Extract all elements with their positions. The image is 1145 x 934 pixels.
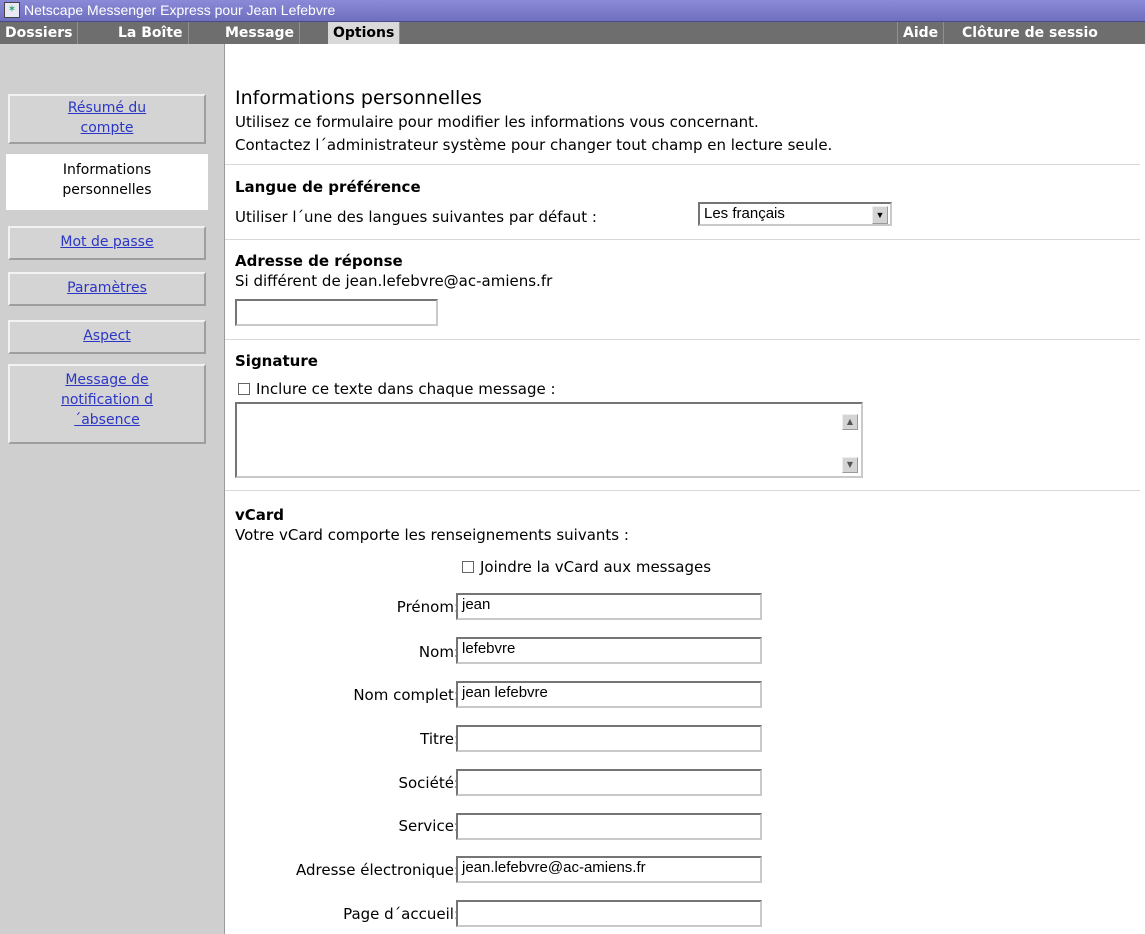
page-intro-line1: Utilisez ce formulaire pour modifier les… <box>235 113 759 131</box>
language-heading: Langue de préférence <box>235 178 421 196</box>
sidebar-item-label: Informations personnelles <box>62 162 152 198</box>
vcard-label-fullname: Nom complet: <box>353 686 459 704</box>
options-sidebar: Résumé du compte Informations personnell… <box>0 44 225 934</box>
menu-dossiers[interactable]: Dossiers <box>0 22 79 44</box>
vcard-label-email: Adresse électronique: <box>296 861 459 879</box>
vcard-label-homepage: Page d´accueil: <box>343 905 459 923</box>
sidebar-item-appearance[interactable]: Aspect <box>8 320 206 354</box>
menu-options[interactable]: Options <box>328 22 401 44</box>
vcard-firstname-value: jean <box>462 596 491 613</box>
vcard-firstname-input[interactable]: jean <box>456 593 762 620</box>
divider <box>225 339 1140 340</box>
page-title: Informations personnelles <box>235 87 482 109</box>
sidebar-item-label[interactable]: Mot de passe <box>60 234 153 250</box>
signature-include-checkbox[interactable] <box>238 383 250 395</box>
vcard-email-value: jean.lefebvre@ac-amiens.fr <box>462 859 646 876</box>
vcard-attach-checkbox[interactable] <box>462 561 474 573</box>
divider <box>225 164 1140 165</box>
sidebar-item-label[interactable]: Message de notification d´absence <box>47 370 167 430</box>
vcard-department-input[interactable] <box>456 813 762 840</box>
divider <box>225 239 1140 240</box>
vcard-fullname-input[interactable]: jean lefebvre <box>456 681 762 708</box>
vcard-homepage-input[interactable] <box>456 900 762 927</box>
page-intro-line2: Contactez l´administrateur système pour … <box>235 136 833 154</box>
signature-include-row: Inclure ce texte dans chaque message : <box>238 380 556 398</box>
menu-logout[interactable]: Clôture de sessio <box>957 22 1103 44</box>
sidebar-item-personal-info[interactable]: Informations personnelles <box>6 154 208 210</box>
window-title-bar: ✶ Netscape Messenger Express pour Jean L… <box>0 0 1145 22</box>
vcard-label-lastname: Nom: <box>418 643 459 661</box>
language-select[interactable]: Les français ▼ <box>698 202 892 226</box>
vcard-lastname-input[interactable]: lefebvre <box>456 637 762 664</box>
language-selected-value: Les français <box>704 205 785 222</box>
main-content: Informations personnelles Utilisez ce fo… <box>225 44 1145 934</box>
sidebar-item-absence-notice[interactable]: Message de notification d´absence <box>8 364 206 444</box>
chevron-down-icon[interactable]: ▼ <box>872 206 888 224</box>
reply-label: Si différent de jean.lefebvre@ac-amiens.… <box>235 272 553 290</box>
signature-heading: Signature <box>235 352 318 370</box>
signature-textarea[interactable]: ▲ ▼ <box>235 402 863 478</box>
vcard-label-title: Titre: <box>420 730 459 748</box>
vcard-description: Votre vCard comporte les renseignements … <box>235 526 629 544</box>
scroll-down-icon[interactable]: ▼ <box>842 457 858 473</box>
vcard-label-company: Société: <box>398 774 459 792</box>
menu-la-boite[interactable]: La Boîte <box>113 22 189 44</box>
vcard-attach-label: Joindre la vCard aux messages <box>480 558 712 576</box>
vcard-label-firstname: Prénom: <box>396 598 459 616</box>
netscape-app-icon: ✶ <box>4 2 20 18</box>
vcard-label-department: Service: <box>398 817 460 835</box>
vcard-lastname-value: lefebvre <box>462 640 516 657</box>
vcard-attach-row: Joindre la vCard aux messages <box>462 558 711 576</box>
language-label: Utiliser l´une des langues suivantes par… <box>235 208 597 226</box>
reply-heading: Adresse de réponse <box>235 252 403 270</box>
sidebar-item-label[interactable]: Résumé du compte <box>47 98 167 138</box>
vcard-email-input[interactable]: jean.lefebvre@ac-amiens.fr <box>456 856 762 883</box>
sidebar-item-label[interactable]: Paramètres <box>67 280 147 296</box>
scroll-up-icon[interactable]: ▲ <box>842 414 858 430</box>
sidebar-item-settings[interactable]: Paramètres <box>8 272 206 306</box>
window-title: Netscape Messenger Express pour Jean Lef… <box>24 2 336 18</box>
vcard-company-input[interactable] <box>456 769 762 796</box>
menu-message[interactable]: Message <box>220 22 301 44</box>
vcard-fullname-value: jean lefebvre <box>462 684 548 701</box>
sidebar-item-password[interactable]: Mot de passe <box>8 226 206 260</box>
reply-address-input[interactable] <box>235 299 438 326</box>
menu-bar: Dossiers La Boîte Message Options Aide C… <box>0 22 1145 44</box>
menu-aide[interactable]: Aide <box>897 22 945 44</box>
sidebar-item-account-summary[interactable]: Résumé du compte <box>8 94 206 144</box>
vcard-title-input[interactable] <box>456 725 762 752</box>
vcard-heading: vCard <box>235 506 285 524</box>
divider <box>225 490 1140 491</box>
sidebar-item-label[interactable]: Aspect <box>83 328 131 344</box>
signature-include-label: Inclure ce texte dans chaque message : <box>256 380 556 398</box>
